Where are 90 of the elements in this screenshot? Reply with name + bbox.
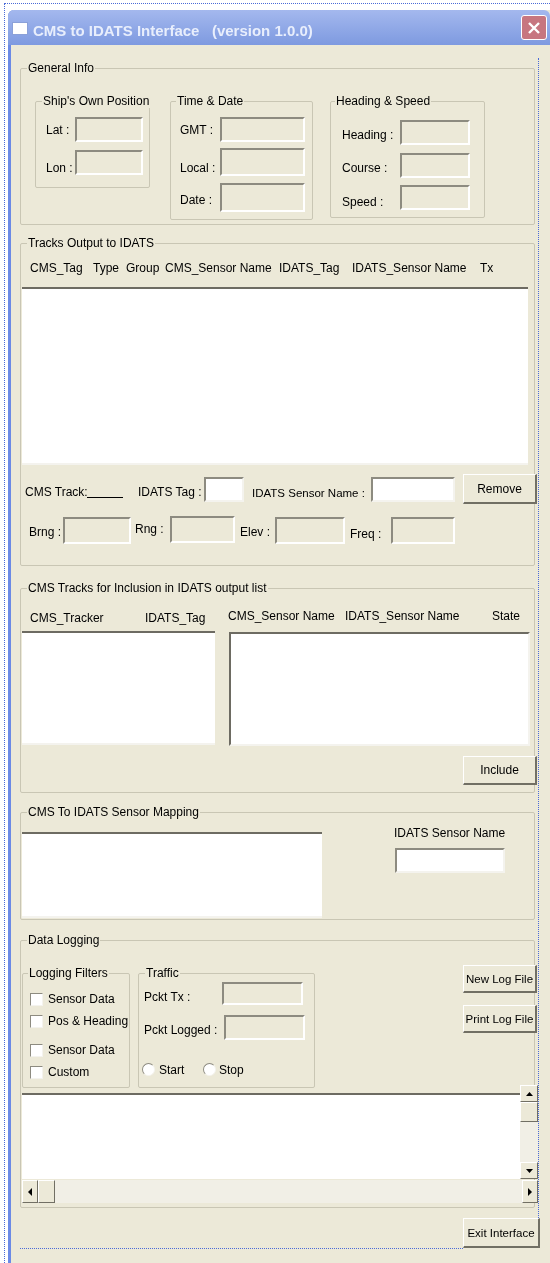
- text-field[interactable]: [220, 183, 305, 212]
- text-field[interactable]: [275, 517, 345, 544]
- group-title: General Info: [27, 61, 96, 75]
- text-field[interactable]: [170, 516, 235, 543]
- text-field[interactable]: [400, 120, 470, 145]
- checkbox[interactable]: [30, 1044, 43, 1057]
- new-log-file-button[interactable]: New Log File: [463, 965, 537, 993]
- field-label: GMT :: [180, 123, 214, 137]
- field-label: Heading :: [342, 128, 394, 142]
- text-field[interactable]: [371, 477, 455, 502]
- field-label: IDATS Tag :: [138, 485, 202, 499]
- scroll-thumb[interactable]: [520, 1102, 538, 1122]
- field-label: Freq :: [350, 527, 382, 541]
- radio-label: Stop: [219, 1063, 244, 1077]
- text-field[interactable]: [220, 117, 305, 142]
- field-label: Brng :: [29, 525, 61, 539]
- field-label: Lat :: [46, 123, 70, 137]
- text-field[interactable]: [220, 148, 305, 176]
- group-title: Data Logging: [27, 933, 101, 947]
- column-header: Tx: [480, 261, 494, 275]
- text-field[interactable]: [63, 517, 131, 544]
- scroll-thumb[interactable]: [38, 1180, 55, 1203]
- field-label: Speed :: [342, 195, 384, 209]
- column-header: Type: [93, 261, 119, 275]
- field-label: Course :: [342, 161, 388, 175]
- column-header: CMS_Tracker: [30, 611, 104, 625]
- column-header: State: [492, 609, 521, 623]
- column-header: CMS_Tag: [30, 261, 83, 275]
- column-header: IDATS_Tag: [145, 611, 206, 625]
- checkbox-label: Custom: [48, 1065, 90, 1079]
- group-title: Traffic: [145, 966, 180, 980]
- print-log-file-button[interactable]: Print Log File: [463, 1005, 537, 1033]
- text-field[interactable]: [222, 982, 303, 1005]
- checkbox[interactable]: [30, 1066, 43, 1079]
- text-field[interactable]: [400, 153, 470, 178]
- text-field[interactable]: [224, 1015, 305, 1040]
- right-arrow-icon: [528, 1187, 532, 1196]
- window-icon: [12, 22, 28, 35]
- field-label: Lon :: [46, 161, 73, 175]
- text-field[interactable]: [204, 477, 244, 502]
- field-label: Local :: [180, 161, 216, 175]
- checkbox[interactable]: [30, 993, 43, 1006]
- left-arrow-icon: [28, 1187, 32, 1196]
- field-label: CMS Track:: [25, 485, 88, 499]
- field-label: Pckt Tx :: [144, 990, 191, 1004]
- exit-interface-button[interactable]: Exit Interface: [463, 1218, 540, 1248]
- window-title: CMS to IDATS Interface (version 1.0.0): [33, 22, 313, 39]
- text-field[interactable]: [391, 517, 455, 544]
- close-icon: [527, 20, 541, 35]
- up-arrow-icon: [525, 1091, 533, 1096]
- group-title: Time & Date: [176, 94, 245, 108]
- scroll-down-button[interactable]: [520, 1162, 538, 1179]
- list-box[interactable]: [22, 832, 322, 918]
- radio-label: Start: [159, 1063, 185, 1077]
- column-header: Group: [126, 261, 160, 275]
- field-label: Pckt Logged :: [144, 1023, 218, 1037]
- checkbox-label: Sensor Data: [48, 1043, 115, 1057]
- checkbox-label: Sensor Data: [48, 992, 115, 1006]
- close-button[interactable]: [521, 15, 547, 40]
- field-label: Date :: [180, 193, 212, 207]
- scroll-right-button[interactable]: [522, 1180, 538, 1203]
- column-header: IDATS_Tag: [279, 261, 340, 275]
- group-title: CMS To IDATS Sensor Mapping: [27, 805, 200, 819]
- group-title: Logging Filters: [28, 966, 109, 980]
- log-text-area[interactable]: [22, 1093, 520, 1179]
- group-title: CMS Tracks for Inclusion in IDATS output list: [27, 581, 268, 595]
- list-box[interactable]: [229, 632, 530, 746]
- scroll-up-button[interactable]: [520, 1085, 538, 1102]
- checkbox-label: Pos & Heading: [48, 1014, 129, 1028]
- column-header: IDATS_Sensor Name: [352, 261, 467, 275]
- text-field[interactable]: [400, 185, 470, 210]
- group-title: Heading & Speed: [335, 94, 432, 108]
- field-label: IDATS Sensor Name :: [252, 486, 365, 500]
- column-header: IDATS_Sensor Name: [345, 609, 460, 623]
- field-label: Elev :: [240, 525, 270, 539]
- text-field[interactable]: [75, 150, 143, 175]
- field-label: Rng :: [135, 522, 164, 536]
- text-field[interactable]: [395, 848, 505, 873]
- text-field[interactable]: [75, 117, 143, 142]
- group-title: Ship's Own Position: [42, 94, 151, 108]
- field-label: IDATS Sensor Name: [394, 826, 506, 840]
- horizontal-scrollbar[interactable]: [22, 1180, 538, 1203]
- scroll-left-button[interactable]: [22, 1180, 38, 1203]
- column-header: CMS_Sensor Name: [228, 609, 335, 623]
- down-arrow-icon: [525, 1168, 533, 1173]
- remove-button[interactable]: Remove: [463, 474, 537, 504]
- checkbox[interactable]: [30, 1015, 43, 1028]
- group-title: Tracks Output to IDATS: [27, 236, 156, 250]
- column-header: CMS_Sensor Name: [165, 261, 272, 275]
- include-button[interactable]: Include: [463, 756, 537, 785]
